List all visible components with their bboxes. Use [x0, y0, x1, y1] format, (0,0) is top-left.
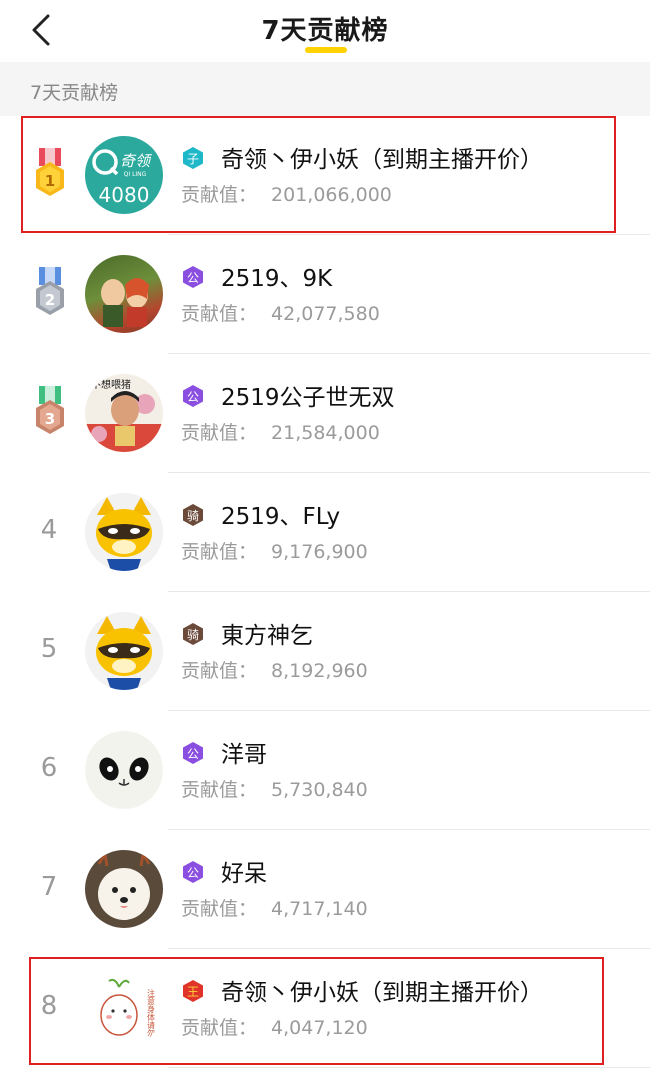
dog-photo-image: [97, 850, 151, 920]
level-badge-icon: 公: [183, 266, 203, 288]
contribution-value: 贡献值： 42,077,580: [181, 303, 380, 325]
user-name: 奇领丶伊小妖（到期主播开价）: [221, 147, 543, 173]
rank-number: 4: [40, 515, 58, 545]
bronze-medal-icon: 3: [36, 386, 64, 434]
rank-number: 6: [40, 753, 58, 783]
gold-medal-icon: 1: [36, 148, 64, 196]
avatar[interactable]: 不想喂猪: [85, 374, 163, 452]
rank-row-5[interactable]: 5 骑 東方神乞 贡献值： 8,192,960: [0, 592, 650, 711]
level-badge-icon: 公: [183, 742, 203, 764]
rank-number: 8: [40, 991, 58, 1021]
yy-bear-mascot-icon: [96, 497, 152, 571]
contribution-value: 贡献值： 21,584,000: [181, 422, 380, 444]
svg-text:不想喂猪: 不想喂猪: [91, 378, 131, 391]
level-badge-icon: 公: [183, 385, 203, 407]
row-divider: [168, 1067, 650, 1068]
svg-text:公: 公: [187, 747, 199, 761]
user-name: 東方神乞: [221, 623, 313, 649]
svg-text:注意身体请勿: 注意身体请勿: [147, 988, 156, 1038]
contribution-value: 贡献值： 9,176,900: [181, 541, 368, 563]
svg-text:王: 王: [187, 985, 199, 999]
user-name: 奇领丶伊小妖（到期主播开价）: [221, 980, 543, 1006]
panda-face-icon: [99, 757, 149, 786]
level-badge-icon: 骑: [183, 623, 203, 645]
contribution-label: 贡献值：: [181, 541, 258, 563]
user-name: 2519公子世无双: [221, 385, 395, 411]
svg-text:QI LING: QI LING: [124, 171, 147, 178]
contribution-label: 贡献值：: [181, 303, 258, 325]
svg-text:子: 子: [187, 152, 199, 166]
contribution-label: 贡献值：: [181, 660, 258, 682]
qiling-logo-icon: 奇领 QI LING 4080: [92, 149, 153, 207]
rank-row-4[interactable]: 4 骑 2519、FLy 贡献值： 9,176,900: [0, 473, 650, 592]
avatar[interactable]: 奇领 QI LING 4080: [85, 136, 163, 214]
contribution-label: 贡献值：: [181, 1017, 258, 1039]
section-header: 7天贡献榜: [0, 62, 650, 116]
contribution-value: 贡献值： 5,730,840: [181, 779, 368, 801]
contribution-value: 贡献值： 8,192,960: [181, 660, 368, 682]
svg-text:骑: 骑: [187, 628, 199, 642]
level-badge-icon: 王: [183, 980, 203, 1002]
contribution-value: 贡献值： 4,047,120: [181, 1017, 368, 1039]
svg-text:骑: 骑: [187, 509, 199, 523]
rank-number: 7: [40, 872, 58, 902]
avatar[interactable]: [85, 731, 163, 809]
man-photo-image: 不想喂猪: [85, 378, 163, 452]
nav-bar: 7天贡献榜: [0, 0, 650, 62]
contribution-value: 贡献值： 4,717,140: [181, 898, 368, 920]
medal-rank-label: 3: [45, 410, 55, 428]
avatar[interactable]: 注意身体请勿: [85, 969, 163, 1047]
medal-rank-label: 2: [45, 291, 55, 309]
rank-row-2[interactable]: 2 公 2519、9K 贡献值： 42,077,580: [0, 235, 650, 354]
contribution-value: 贡献值： 201,066,000: [181, 184, 392, 206]
svg-text:4080: 4080: [99, 183, 150, 207]
rank-row-8[interactable]: 8 注意身体请勿 王 奇领丶伊小妖（到期主播开价） 贡献值： 4,047,120: [0, 949, 650, 1068]
level-badge-icon: 公: [183, 861, 203, 883]
page-title: 7天贡献榜: [261, 16, 389, 46]
silver-medal-icon: 2: [36, 267, 64, 315]
cartoon-sprout-icon: 注意身体请勿: [100, 978, 156, 1038]
svg-text:奇领: 奇领: [120, 152, 153, 170]
yy-bear-mascot-icon: [96, 616, 152, 690]
avatar[interactable]: [85, 493, 163, 571]
anime-characters-image: [101, 278, 149, 327]
avatar[interactable]: [85, 850, 163, 928]
svg-text:公: 公: [187, 271, 199, 285]
rank-number: 5: [40, 634, 58, 664]
avatar[interactable]: [85, 612, 163, 690]
rank-row-6[interactable]: 6 公 洋哥 贡献值： 5,730,840: [0, 711, 650, 830]
avatar[interactable]: [85, 255, 163, 333]
contribution-label: 贡献值：: [181, 779, 258, 801]
rank-row-1[interactable]: 1 奇领 QI LING 4080 子 奇领丶伊小妖（到期主播开价） 贡献值： 2…: [0, 116, 650, 235]
user-name: 2519、9K: [221, 266, 333, 292]
contribution-label: 贡献值：: [181, 898, 258, 920]
rank-row-7[interactable]: 7 公 好呆 贡献值： 4,717,140: [0, 830, 650, 949]
medal-rank-label: 1: [45, 172, 55, 190]
level-badge-icon: 子: [183, 147, 203, 169]
contribution-label: 贡献值：: [181, 184, 258, 206]
rank-row-3[interactable]: 3 不想喂猪 公 2519公子世无双 贡献值： 21,584,000: [0, 354, 650, 473]
level-badge-icon: 骑: [183, 504, 203, 526]
svg-text:公: 公: [187, 390, 199, 404]
user-name: 好呆: [221, 861, 267, 887]
section-label: 7天贡献榜: [30, 82, 119, 104]
user-name: 洋哥: [221, 742, 267, 768]
user-name: 2519、FLy: [221, 504, 341, 530]
contribution-label: 贡献值：: [181, 422, 258, 444]
title-underline: [305, 47, 347, 53]
svg-text:公: 公: [187, 866, 199, 880]
